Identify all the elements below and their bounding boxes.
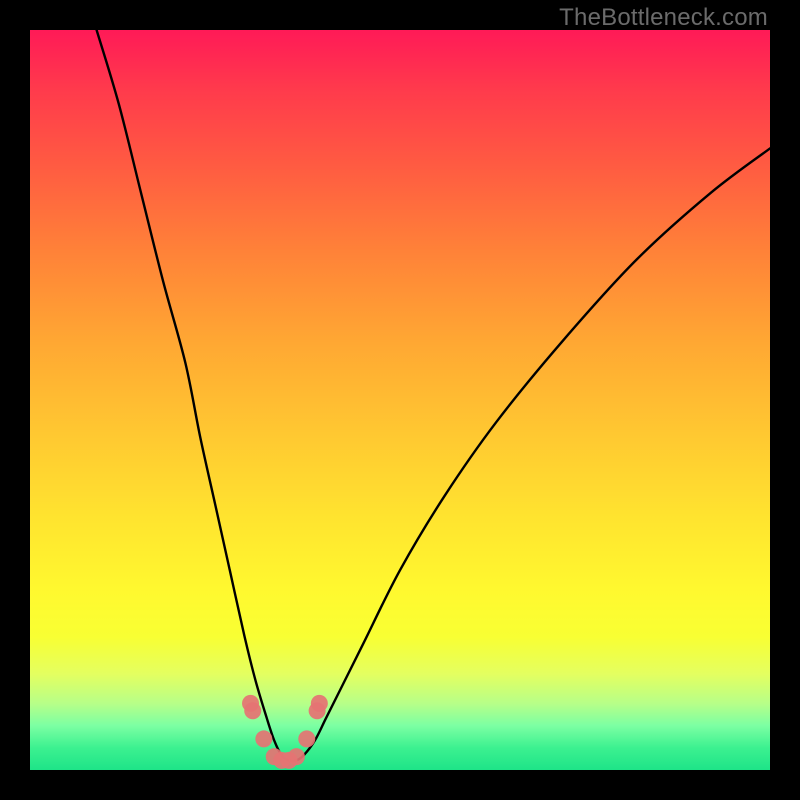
curve-marker [255,730,272,747]
chart-frame: TheBottleneck.com [0,0,800,800]
curve-marker [298,730,315,747]
bottleneck-curve [97,30,770,761]
curve-marker [288,748,305,765]
curve-marker [311,695,328,712]
watermark-label: TheBottleneck.com [559,4,768,32]
curve-svg [30,30,770,770]
curve-marker [244,702,261,719]
plot-area [30,30,770,770]
curve-markers [242,695,328,769]
